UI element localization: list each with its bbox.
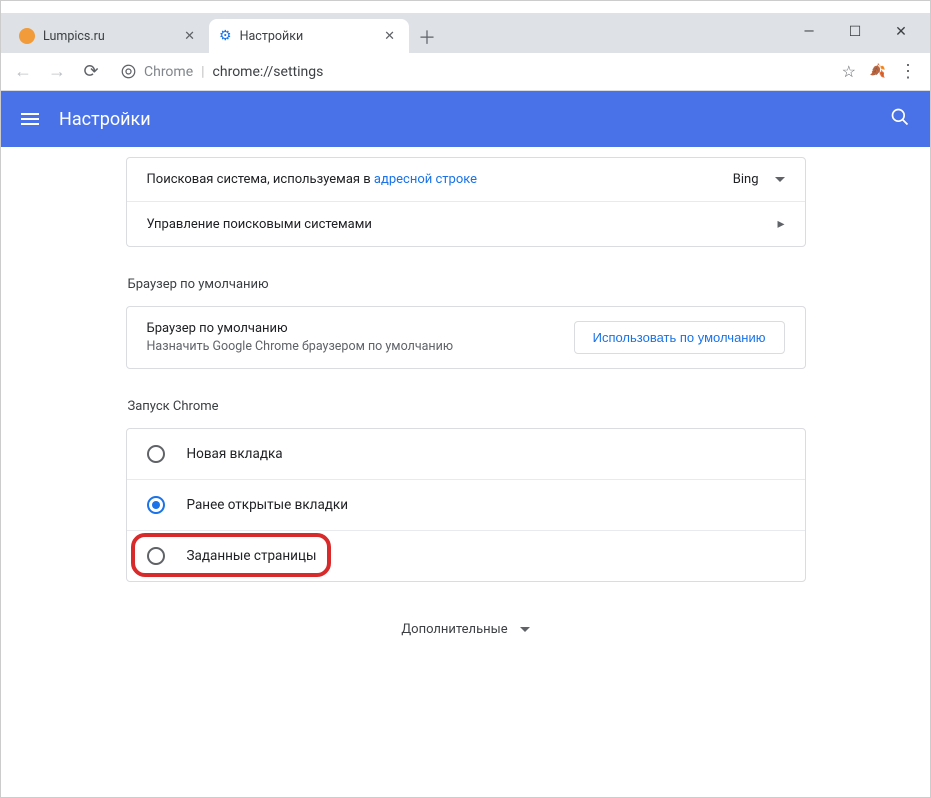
- startup-option-label: Заданные страницы: [187, 548, 317, 564]
- default-browser-title: Браузер по умолчанию: [147, 321, 558, 336]
- radio-icon[interactable]: [147, 547, 165, 565]
- search-engine-card: Поисковая система, используемая в адресн…: [126, 157, 806, 247]
- on-startup-card: Новая вкладка Ранее открытые вкладки Зад…: [126, 428, 806, 582]
- site-favicon-icon: [19, 28, 35, 44]
- close-icon[interactable]: ✕: [380, 29, 399, 44]
- search-engine-select-row[interactable]: Поисковая система, используемая в адресн…: [127, 158, 805, 201]
- bookmark-star-icon[interactable]: ☆: [836, 62, 862, 81]
- manage-search-engines-row[interactable]: Управление поисковыми системами ▸: [127, 201, 805, 246]
- default-browser-section-title: Браузер по умолчанию: [128, 277, 806, 292]
- reload-button[interactable]: ⟳: [77, 58, 105, 86]
- on-startup-section-title: Запуск Chrome: [128, 399, 806, 414]
- radio-icon[interactable]: [147, 445, 165, 463]
- menu-icon[interactable]: [21, 113, 39, 125]
- window-controls: — ☐ ✕: [786, 17, 930, 53]
- tab-settings[interactable]: ⚙ Настройки ✕: [209, 19, 409, 53]
- radio-icon[interactable]: [147, 496, 165, 514]
- close-icon[interactable]: ✕: [180, 29, 199, 44]
- tab-title: Lumpics.ru: [43, 29, 172, 44]
- chevron-down-icon: [520, 627, 530, 632]
- gear-icon: ⚙: [219, 29, 232, 43]
- address-bar-link[interactable]: адресной строке: [374, 172, 477, 187]
- browser-menu-button[interactable]: ⋮: [894, 61, 922, 82]
- advanced-toggle[interactable]: Дополнительные: [126, 622, 806, 637]
- omnibox-path: chrome://settings: [213, 64, 324, 80]
- omnibox-host: Chrome: [144, 64, 193, 80]
- search-engine-value: Bing: [733, 172, 759, 187]
- chevron-down-icon: [775, 177, 785, 182]
- search-engine-label: Поисковая система, используемая в адресн…: [147, 172, 733, 187]
- settings-header: Настройки: [1, 91, 930, 147]
- startup-option-label: Новая вкладка: [187, 446, 283, 462]
- tab-strip: Lumpics.ru ✕ ⚙ Настройки ✕ ＋ — ☐ ✕: [1, 13, 930, 53]
- forward-button[interactable]: →: [43, 58, 71, 86]
- chrome-icon: [121, 64, 136, 79]
- minimize-button[interactable]: —: [786, 17, 832, 47]
- address-bar[interactable]: Chrome | chrome://settings: [111, 58, 830, 86]
- startup-option-specific-pages[interactable]: Заданные страницы: [127, 530, 805, 581]
- browser-toolbar: ← → ⟳ Chrome | chrome://settings ☆ 🍂 ⋮: [1, 53, 930, 91]
- omnibox-divider: |: [201, 64, 204, 80]
- window-titlebar: [1, 1, 930, 13]
- settings-content[interactable]: Поисковая система, используемая в адресн…: [1, 147, 930, 797]
- tab-title: Настройки: [240, 29, 373, 44]
- settings-title: Настройки: [59, 109, 151, 130]
- tab-lumpics[interactable]: Lumpics.ru ✕: [9, 19, 209, 53]
- default-browser-subtitle: Назначить Google Chrome браузером по умо…: [147, 339, 558, 354]
- startup-option-continue[interactable]: Ранее открытые вкладки: [127, 479, 805, 530]
- extension-icon[interactable]: 🍂: [868, 62, 888, 82]
- default-browser-card: Браузер по умолчанию Назначить Google Ch…: [126, 306, 806, 369]
- chrome-logo-icon: [121, 64, 136, 79]
- set-default-button[interactable]: Использовать по умолчанию: [574, 321, 785, 354]
- startup-option-label: Ранее открытые вкладки: [187, 497, 349, 513]
- advanced-label: Дополнительные: [401, 622, 507, 637]
- new-tab-button[interactable]: ＋: [413, 23, 441, 51]
- chevron-right-icon: ▸: [777, 216, 784, 232]
- close-window-button[interactable]: ✕: [878, 17, 924, 47]
- manage-search-engines-label: Управление поисковыми системами: [147, 217, 778, 232]
- back-button[interactable]: ←: [9, 58, 37, 86]
- startup-option-new-tab[interactable]: Новая вкладка: [127, 429, 805, 479]
- search-icon[interactable]: [890, 107, 910, 132]
- maximize-button[interactable]: ☐: [832, 17, 878, 47]
